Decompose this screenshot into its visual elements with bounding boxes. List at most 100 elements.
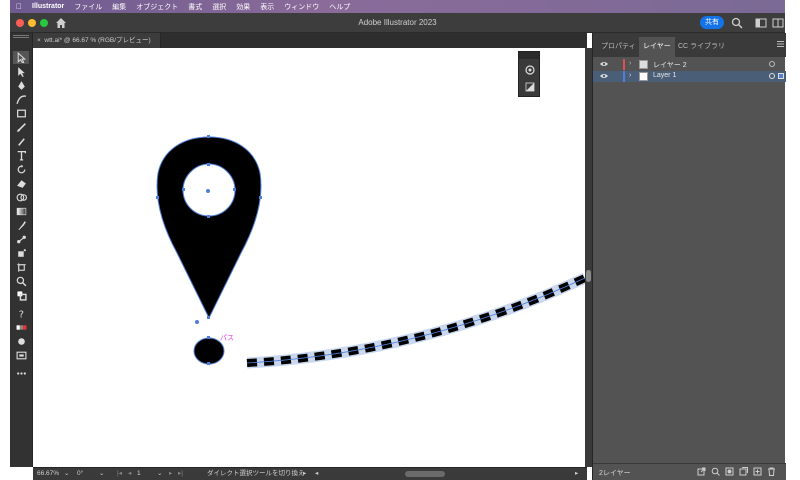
make-clipping-mask-icon[interactable] xyxy=(725,467,734,478)
status-menu-icon[interactable]: ▸ xyxy=(303,468,306,480)
close-tab-icon[interactable]: × xyxy=(37,37,41,44)
zoom-level[interactable]: 66.67% xyxy=(37,468,59,480)
export-icon[interactable] xyxy=(697,467,706,478)
document-tab[interactable]: × wtt.ai* @ 66.67 % (RGB/プレビュー) xyxy=(33,33,161,48)
eyedropper-tool-icon[interactable] xyxy=(13,219,29,232)
layers-panel-footer: 2レイヤー xyxy=(593,463,786,480)
ellipse-anchor[interactable] xyxy=(207,336,210,339)
artwork[interactable]: パス xyxy=(33,48,585,467)
status-left-arrow-icon[interactable]: ◂ xyxy=(315,468,318,480)
apple-icon[interactable]:  xyxy=(16,2,22,11)
more-tools-icon[interactable] xyxy=(13,367,29,380)
horizontal-scroll-thumb[interactable] xyxy=(405,471,445,477)
menu-item-file[interactable]: ファイル xyxy=(74,2,102,12)
layer-target-icon[interactable] xyxy=(769,73,775,79)
first-artboard-icon[interactable]: |◂ xyxy=(117,468,122,480)
menu-item-effect[interactable]: 効果 xyxy=(236,2,250,12)
type-tool-icon[interactable] xyxy=(13,149,29,162)
share-button[interactable]: 共有 xyxy=(700,16,724,29)
expand-chevron-icon[interactable]: › xyxy=(629,72,631,79)
shape-builder-tool-icon[interactable] xyxy=(13,191,29,204)
layer-row-1[interactable]: › Layer 1 xyxy=(593,71,786,82)
selection-indicator[interactable] xyxy=(778,73,784,79)
artboard-tool-icon[interactable] xyxy=(13,261,29,274)
rotation-dropdown-icon[interactable]: ⌄ xyxy=(99,468,104,480)
vertical-scrollbar[interactable] xyxy=(585,48,592,467)
menu-item-edit[interactable]: 編集 xyxy=(112,2,126,12)
ellipse-anchor[interactable] xyxy=(207,362,210,365)
next-artboard-icon[interactable]: ▸ xyxy=(169,468,172,480)
gradient-tool-icon[interactable] xyxy=(13,205,29,218)
menu-item-select[interactable]: 選択 xyxy=(212,2,226,12)
pin-center-point xyxy=(206,189,210,193)
expand-chevron-icon[interactable]: › xyxy=(629,60,631,67)
visibility-eye-icon[interactable] xyxy=(600,61,608,69)
locate-object-icon[interactable] xyxy=(711,467,720,478)
tab-properties[interactable]: プロパティ xyxy=(601,41,636,51)
anchor-point[interactable] xyxy=(195,320,199,324)
right-margin xyxy=(785,0,800,480)
search-icon[interactable] xyxy=(731,17,743,29)
paintbrush-tool-icon[interactable] xyxy=(13,121,29,134)
last-artboard-icon[interactable]: ▸| xyxy=(178,468,183,480)
app-title-bar: Adobe Illustrator 2023 共有 xyxy=(10,13,785,33)
zoom-tool-icon[interactable] xyxy=(13,275,29,288)
toolbar-grip[interactable] xyxy=(13,35,29,38)
previous-artboard-icon[interactable]: ◂ xyxy=(128,468,131,480)
zoom-dropdown-icon[interactable]: ⌄ xyxy=(64,468,69,480)
artboard-canvas[interactable]: パス xyxy=(33,48,585,467)
layer-row-2[interactable]: › レイヤー 2 xyxy=(593,59,786,70)
help-icon[interactable]: ? xyxy=(13,307,29,320)
layer-name[interactable]: Layer 1 xyxy=(653,72,676,79)
eraser-tool-icon[interactable] xyxy=(13,177,29,190)
selection-tool-icon[interactable] xyxy=(13,51,29,64)
direct-selection-tool-icon[interactable] xyxy=(13,65,29,78)
menu-app-name[interactable]: Illustrator xyxy=(32,3,64,10)
screen-mode-icon[interactable] xyxy=(13,349,29,362)
panel-menu-icon[interactable] xyxy=(777,40,784,48)
appearance-icon[interactable] xyxy=(524,64,536,76)
visibility-eye-icon[interactable] xyxy=(600,73,608,81)
rotation-value[interactable]: 0° xyxy=(77,468,83,480)
rotate-tool-icon[interactable] xyxy=(13,163,29,176)
status-bar: 66.67% ⌄ 0° ⌄ |◂ ◂ 1 ⌄ ▸ ▸| ダイレクト選択ツールを切… xyxy=(33,467,587,480)
left-margin xyxy=(0,0,10,480)
floating-panel-header[interactable] xyxy=(519,52,539,59)
layer-target-icon[interactable] xyxy=(769,61,775,67)
layer-name[interactable]: レイヤー 2 xyxy=(653,60,687,70)
status-right-arrow-icon[interactable]: ▸ xyxy=(575,468,578,480)
rectangle-tool-icon[interactable] xyxy=(13,107,29,120)
menu-item-view[interactable]: 表示 xyxy=(260,2,274,12)
app-title: Adobe Illustrator 2023 xyxy=(358,18,437,27)
arrange-icon[interactable] xyxy=(772,17,784,29)
color-mode-icon[interactable] xyxy=(13,321,29,334)
document-tab-label: wtt.ai* @ 66.67 % (RGB/プレビュー) xyxy=(44,37,151,44)
menu-item-help[interactable]: ヘルプ xyxy=(329,2,350,12)
vertical-scroll-thumb[interactable] xyxy=(586,270,591,282)
fill-stroke-icon[interactable] xyxy=(13,289,29,302)
pen-tool-icon[interactable] xyxy=(13,79,29,92)
dashed-path[interactable] xyxy=(246,274,585,367)
draw-mode-icon[interactable] xyxy=(13,335,29,348)
menu-item-object[interactable]: オブジェクト xyxy=(136,2,178,12)
trash-icon[interactable] xyxy=(767,467,776,478)
transparency-icon[interactable] xyxy=(524,81,536,93)
tab-layers[interactable]: レイヤー xyxy=(643,41,671,51)
menu-item-type[interactable]: 書式 xyxy=(188,2,202,12)
smart-guide-label: パス xyxy=(220,334,234,342)
blend-tool-icon[interactable] xyxy=(13,233,29,246)
tab-cc-libraries[interactable]: CC ライブラリ xyxy=(678,41,725,51)
artboard-number[interactable]: 1 xyxy=(137,468,141,480)
symbol-sprayer-tool-icon[interactable] xyxy=(13,247,29,260)
layer-color-bar xyxy=(623,71,625,82)
workspace-icon[interactable] xyxy=(755,17,767,29)
path-selection-outline xyxy=(246,277,585,364)
curvature-tool-icon[interactable] xyxy=(13,93,29,106)
menu-item-window[interactable]: ウィンドウ xyxy=(284,2,319,12)
pencil-tool-icon[interactable] xyxy=(13,135,29,148)
layer-count: 2レイヤー xyxy=(599,470,631,477)
new-layer-icon[interactable] xyxy=(753,467,762,478)
create-sublayer-icon[interactable] xyxy=(739,467,748,478)
tab-strip xyxy=(161,33,587,48)
artboard-dropdown-icon[interactable]: ⌄ xyxy=(157,468,162,480)
